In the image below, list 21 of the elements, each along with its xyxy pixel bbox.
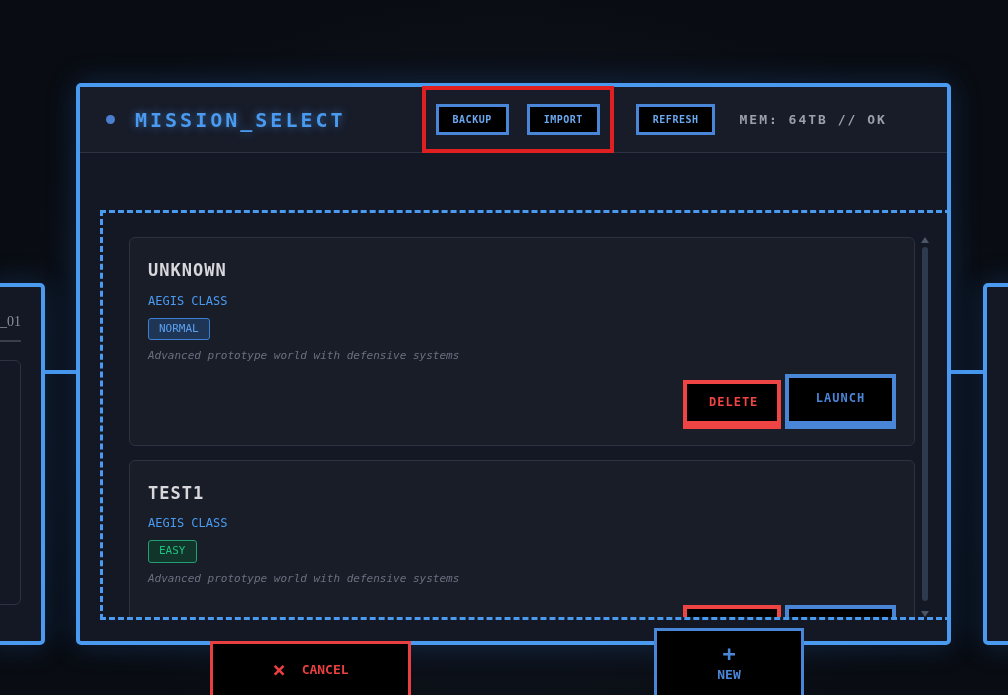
world-class: AEGIS CLASS <box>148 515 229 532</box>
world-name: TEST1 <box>148 481 206 505</box>
status-text: MEM: 64TB // OK <box>739 110 887 129</box>
scroll-down-icon[interactable] <box>921 611 929 617</box>
status-dot <box>106 115 115 124</box>
delete-button[interactable]: DELETE <box>683 379 781 429</box>
difficulty-badge: NORMAL <box>148 317 210 340</box>
difficulty-badge: EASY <box>148 540 197 563</box>
world-name: UNKNOWN <box>148 259 228 282</box>
world-description: Advanced prototype world with defensive systems <box>148 570 461 587</box>
header-button[interactable]: BACKUP <box>435 104 509 135</box>
cancel-button[interactable]: × CANCEL <box>210 641 411 695</box>
panel-title: _01 <box>0 311 21 342</box>
header-button[interactable]: IMPORT <box>526 104 600 135</box>
world-description: Advanced prototype world with defensive systems <box>148 348 461 364</box>
panel-title: MISSION_SELECT <box>135 106 346 134</box>
world-class: AEGIS CLASS <box>148 292 229 310</box>
scroll-up-icon[interactable] <box>921 237 929 243</box>
header-button[interactable]: REFRESH <box>635 104 716 135</box>
launch-button[interactable]: LAUNCH <box>785 373 896 429</box>
new-button[interactable]: + NEW <box>654 628 804 695</box>
